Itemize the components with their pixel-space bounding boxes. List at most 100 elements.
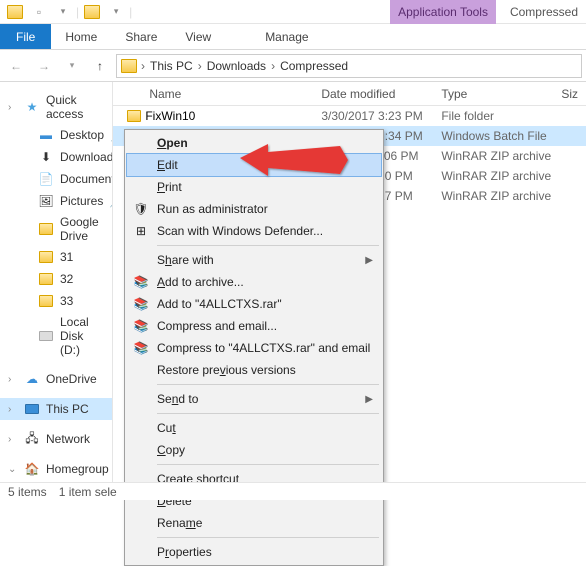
defender-icon: ⊞ <box>133 223 149 239</box>
ribbon-context-tab: Application Tools <box>390 0 496 24</box>
winrar-icon: 📚 <box>133 296 149 312</box>
menu-share-with[interactable]: Share with▶ <box>127 249 381 271</box>
sidebar-network[interactable]: › 🖧 Network <box>0 428 112 450</box>
menu-label: Rename <box>157 516 202 530</box>
folder-icon <box>38 293 54 309</box>
menu-scan-defender[interactable]: ⊞ Scan with Windows Defender... <box>127 220 381 242</box>
menu-add-rar[interactable]: 📚 Add to "4ALLCTXS.rar" <box>127 293 381 315</box>
forward-button: → <box>32 54 56 78</box>
qat-dropdown-icon[interactable]: ▾ <box>52 1 74 23</box>
table-row[interactable]: FixWin10 3/30/2017 3:23 PM File folder <box>113 106 586 126</box>
sidebar-downloads[interactable]: ⬇Downloads📌 <box>0 146 112 168</box>
menu-separator <box>157 245 379 246</box>
chevron-right-icon[interactable]: › <box>141 59 145 73</box>
chevron-right-icon[interactable]: › <box>198 59 202 73</box>
back-button[interactable]: ← <box>4 54 28 78</box>
chevron-down-icon[interactable]: ⌄ <box>8 464 16 475</box>
chevron-right-icon[interactable]: › <box>8 102 11 113</box>
menu-open[interactable]: Open <box>127 132 381 154</box>
sidebar-folder[interactable]: 32 <box>0 268 112 290</box>
menu-separator <box>157 384 379 385</box>
menu-restore-versions[interactable]: Restore previous versions <box>127 359 381 381</box>
sidebar-google-drive[interactable]: Google Drive <box>0 212 112 246</box>
winrar-icon: 📚 <box>133 318 149 334</box>
menu-label: Print <box>157 180 182 194</box>
file-type: WinRAR ZIP archive <box>433 189 553 203</box>
folder-icon <box>4 1 26 23</box>
sidebar-this-pc[interactable]: › This PC <box>0 398 112 420</box>
qat-dropdown-icon[interactable]: ▾ <box>105 1 127 23</box>
menu-separator <box>157 537 379 538</box>
shield-icon: 🛡 <box>133 201 149 217</box>
chevron-right-icon[interactable]: › <box>271 59 275 73</box>
network-icon: 🖧 <box>24 431 40 447</box>
chevron-right-icon[interactable]: › <box>8 404 11 415</box>
drive-icon <box>38 328 54 344</box>
tab-view[interactable]: View <box>171 24 225 49</box>
menu-rename[interactable]: Rename <box>127 512 381 534</box>
menu-label: Send to <box>157 392 198 406</box>
menu-label: Properties <box>157 545 212 559</box>
menu-send-to[interactable]: Send to▶ <box>127 388 381 410</box>
menu-label: Share with <box>157 253 214 267</box>
menu-label: Run as administrator <box>157 202 268 216</box>
sidebar-onedrive[interactable]: › ☁ OneDrive <box>0 368 112 390</box>
column-date[interactable]: Date modified <box>313 87 433 101</box>
cloud-icon: ☁ <box>24 371 40 387</box>
menu-compress-rar-email[interactable]: 📚Compress to "4ALLCTXS.rar" and email <box>127 337 381 359</box>
sidebar-label: Documents <box>60 172 113 186</box>
sidebar-label: This PC <box>46 402 89 416</box>
sidebar-folder[interactable]: 33 <box>0 290 112 312</box>
tab-home[interactable]: Home <box>51 24 111 49</box>
column-size[interactable]: Siz <box>553 87 586 101</box>
tab-file[interactable]: File <box>0 24 51 49</box>
sidebar-label: 31 <box>60 250 73 264</box>
sidebar-label: OneDrive <box>46 372 97 386</box>
breadcrumb-segment[interactable]: This PC <box>147 59 196 73</box>
menu-label: Add to "4ALLCTXS.rar" <box>157 297 282 311</box>
address-bar[interactable]: › This PC › Downloads › Compressed <box>116 54 582 78</box>
sidebar-label: 32 <box>60 272 73 286</box>
menu-add-archive[interactable]: 📚Add to archive... <box>127 271 381 293</box>
menu-properties[interactable]: Properties <box>127 541 381 563</box>
folder-icon <box>38 271 54 287</box>
file-type: Windows Batch File <box>433 129 553 143</box>
context-menu: Open Edit Print 🛡 Run as administrator ⊞ S… <box>124 129 384 566</box>
tab-share[interactable]: Share <box>111 24 171 49</box>
column-name[interactable]: Name <box>113 87 313 101</box>
menu-copy[interactable]: Copy <box>127 439 381 461</box>
menu-edit[interactable]: Edit <box>127 154 381 176</box>
folder-icon <box>127 110 141 122</box>
column-type[interactable]: Type <box>433 87 553 101</box>
folder-icon <box>38 221 54 237</box>
status-item-count: 5 items <box>8 485 47 499</box>
tab-manage[interactable]: Manage <box>251 24 322 49</box>
sidebar-documents[interactable]: 📄Documents📌 <box>0 168 112 190</box>
menu-label: Cut <box>157 421 176 435</box>
sidebar-label: Google Drive <box>60 215 106 243</box>
sidebar-quick-access[interactable]: ›★Quick access <box>0 90 112 124</box>
sidebar-local-disk[interactable]: Local Disk (D:) <box>0 312 112 360</box>
menu-print[interactable]: Print <box>127 176 381 198</box>
sidebar-homegroup[interactable]: ⌄🏠Homegroup <box>0 458 112 480</box>
menu-run-admin[interactable]: 🛡 Run as administrator <box>127 198 381 220</box>
menu-label: Scan with Windows Defender... <box>157 224 323 238</box>
chevron-right-icon[interactable]: › <box>8 434 11 445</box>
sidebar-label: Local Disk (D:) <box>60 315 106 357</box>
up-button[interactable]: ↑ <box>88 54 112 78</box>
menu-cut[interactable]: Cut <box>127 417 381 439</box>
recent-dropdown-icon[interactable]: ▾ <box>60 54 84 78</box>
sidebar-pictures[interactable]: 🖼Pictures📌 <box>0 190 112 212</box>
file-type: WinRAR ZIP archive <box>433 149 553 163</box>
chevron-right-icon[interactable]: › <box>8 374 11 385</box>
qat-item[interactable]: ▫ <box>28 1 50 23</box>
sidebar-desktop[interactable]: ▬Desktop📌 <box>0 124 112 146</box>
breadcrumb-segment[interactable]: Downloads <box>204 59 269 73</box>
menu-compress-email[interactable]: 📚Compress and email... <box>127 315 381 337</box>
sidebar-folder[interactable]: 31 <box>0 246 112 268</box>
breadcrumb-segment[interactable]: Compressed <box>277 59 351 73</box>
sidebar-label: Pictures <box>60 194 103 208</box>
file-type: WinRAR ZIP archive <box>433 169 553 183</box>
winrar-icon: 📚 <box>133 274 149 290</box>
sidebar-label: Network <box>46 432 90 446</box>
